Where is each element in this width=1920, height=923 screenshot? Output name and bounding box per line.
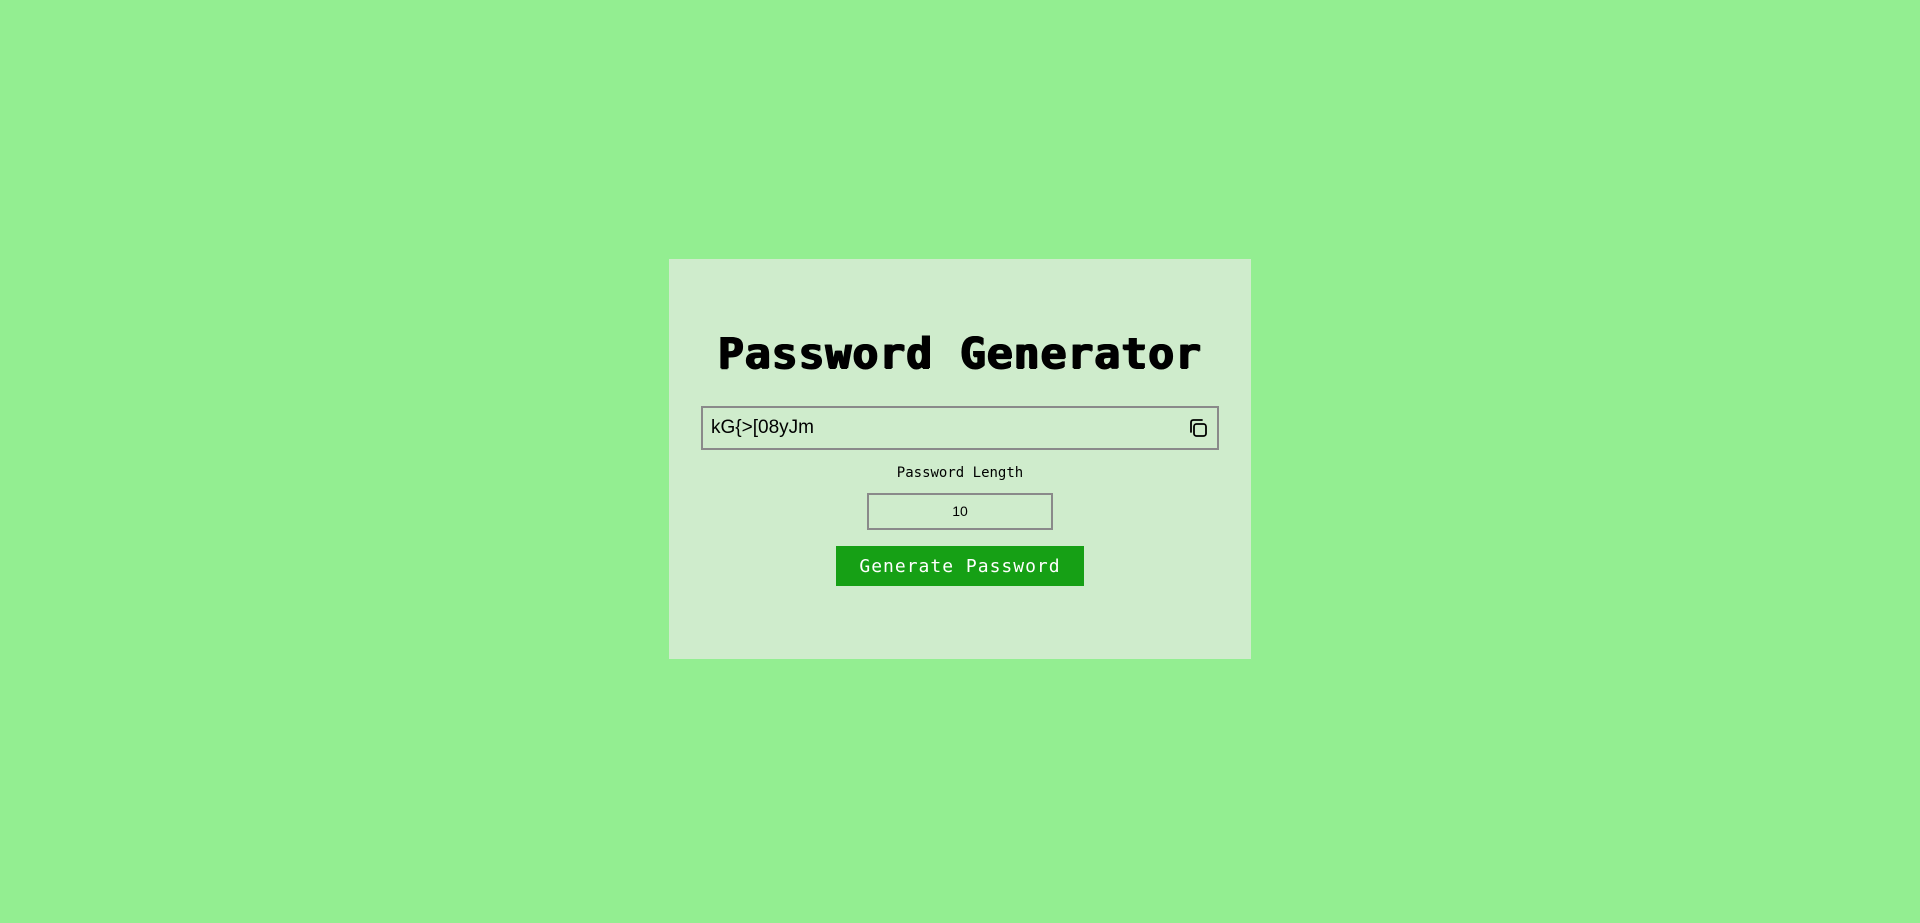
password-output-field[interactable]: kG{>[08yJm	[701, 406, 1219, 450]
page-title: Password Generator	[718, 329, 1202, 379]
generator-card: Password Generator kG{>[08yJm Password L…	[669, 259, 1251, 659]
password-length-input[interactable]: 10	[867, 493, 1053, 530]
generate-password-button[interactable]: Generate Password	[836, 546, 1084, 586]
copy-icon[interactable]	[1187, 417, 1209, 439]
password-output-text: kG{>[08yJm	[711, 417, 814, 438]
password-length-label: Password Length	[896, 465, 1024, 481]
